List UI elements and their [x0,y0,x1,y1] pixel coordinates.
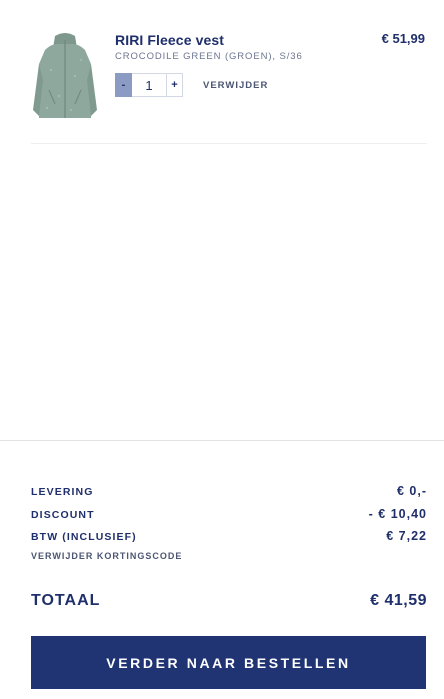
delivery-value: € 0,- [396,484,427,498]
order-summary: LEVERING € 0,- DISCOUNT - € 10,40 BTW (I… [0,440,444,699]
cart-item: RIRI Fleece vest CROCODILE GREEN (GROEN)… [31,26,427,144]
delivery-row: LEVERING € 0,- [31,484,427,498]
discount-value: - € 10,40 [368,507,427,521]
increase-quantity-button[interactable]: + [166,73,183,97]
fleece-vest-image [33,33,97,118]
quantity-input[interactable] [132,73,166,97]
total-row: TOTAAL € 41,59 [31,592,427,610]
vat-value: € 7,22 [386,529,427,543]
discount-row: DISCOUNT - € 10,40 [31,507,427,521]
cart-page: RIRI Fleece vest CROCODILE GREEN (GROEN)… [0,0,444,699]
checkout-button[interactable]: VERDER NAAR BESTELLEN [31,636,426,689]
discount-label: DISCOUNT [31,509,95,521]
product-image[interactable] [31,30,99,122]
remove-promo-code-link[interactable]: VERWIJDER KORTINGSCODE [31,551,182,561]
quantity-stepper: - + [115,73,183,97]
decrease-quantity-button[interactable]: - [115,73,132,97]
total-label: TOTAAL [31,592,101,609]
item-name[interactable]: RIRI Fleece vest [115,31,303,49]
vat-label: BTW (INCLUSIEF) [31,531,137,543]
item-info: RIRI Fleece vest CROCODILE GREEN (GROEN)… [115,31,303,63]
total-value: € 41,59 [370,592,427,609]
delivery-label: LEVERING [31,486,94,498]
vat-row: BTW (INCLUSIEF) € 7,22 [31,529,427,543]
item-price: € 51,99 [381,31,425,46]
remove-item-link[interactable]: VERWIJDER [203,80,268,91]
item-variant: CROCODILE GREEN (GROEN), S/36 [115,51,303,62]
